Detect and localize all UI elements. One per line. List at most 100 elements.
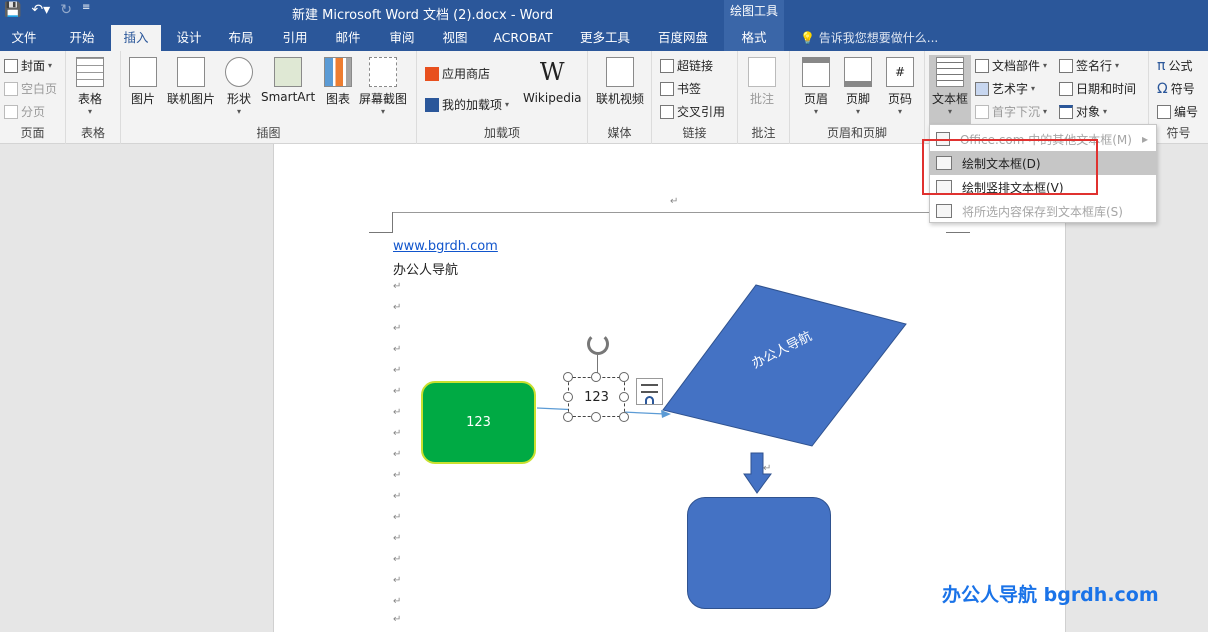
menu-item-label: 将所选内容保存到文本框库(S) — [962, 204, 1123, 219]
group-symbols: π 公式 Ω 符号 编号 符号 — [1149, 51, 1208, 144]
website-link[interactable]: www.bgrdh.com — [393, 239, 498, 254]
pictures-button[interactable]: 图片 — [129, 57, 157, 107]
textbox-button[interactable]: 文本框 ▾ — [929, 55, 972, 127]
blank-page-button[interactable]: 空白页 — [4, 80, 57, 97]
group-header-footer: 页眉 ▾ 页脚 ▾ # 页码 ▾ 页眉和页脚 — [790, 51, 925, 144]
paragraph-mark: ↵ — [393, 554, 402, 565]
selected-textbox[interactable]: 123 — [568, 377, 625, 417]
tab-home[interactable]: 开始 — [58, 25, 106, 51]
object-button[interactable]: 对象 ▾ — [1059, 103, 1107, 120]
group-label-addins: 加载项 — [483, 126, 520, 140]
equation-button[interactable]: π 公式 — [1157, 57, 1192, 74]
wordart-label: 艺术字 — [992, 82, 1029, 96]
hyperlink-icon — [660, 58, 674, 73]
title-bar: 💾 ↶▾ ↻ ≡ 新建 Microsoft Word 文档 (2).docx -… — [0, 0, 1208, 25]
resize-handle[interactable] — [591, 412, 601, 422]
paragraph-mark: ↵ — [393, 470, 402, 481]
shapes-icon — [225, 57, 253, 87]
quick-parts-button[interactable]: 文档部件 ▾ — [975, 57, 1047, 74]
chevron-down-icon: ▾ — [948, 107, 953, 116]
group-media: 联机视频 媒体 — [588, 51, 652, 144]
hyperlink-button[interactable]: 超链接 — [660, 57, 713, 74]
tab-more-tools[interactable]: 更多工具 — [572, 25, 638, 51]
chevron-right-icon: ▸ — [1141, 132, 1148, 146]
page-number-label: 页码 — [887, 92, 912, 106]
tab-file[interactable]: 文件 — [0, 25, 48, 51]
chevron-down-icon: ▾ — [1043, 61, 1048, 70]
my-addins-button[interactable]: 我的加载项 ▾ — [425, 96, 509, 113]
online-video-button[interactable]: 联机视频 — [596, 57, 644, 107]
chevron-down-icon: ▾ — [1103, 107, 1108, 116]
customize-qat-icon[interactable]: ≡ — [82, 2, 90, 18]
drop-cap-button[interactable]: 首字下沉 ▾ — [975, 103, 1047, 120]
footer-button[interactable]: 页脚 ▾ — [844, 57, 872, 116]
store-icon — [425, 66, 439, 81]
chart-button[interactable]: 图表 — [324, 57, 352, 107]
tab-design[interactable]: 设计 — [166, 25, 212, 51]
tab-baidu-netdisk[interactable]: 百度网盘 — [650, 25, 716, 51]
comment-icon — [748, 57, 776, 87]
smartart-icon — [274, 57, 303, 87]
date-time-button[interactable]: 日期和时间 — [1059, 80, 1136, 97]
page-break-label: 分页 — [21, 105, 46, 119]
symbol-button[interactable]: Ω 符号 — [1157, 80, 1195, 97]
tell-me-search[interactable]: 💡 告诉我您想要做什么... — [800, 25, 938, 51]
paragraph-mark: ↵ — [393, 533, 402, 544]
table-button[interactable]: 表格 ▾ — [76, 57, 104, 116]
screenshot-button[interactable]: 屏幕截图 ▾ — [359, 57, 407, 116]
shapes-button[interactable]: 形状 ▾ — [225, 57, 253, 116]
drop-cap-icon — [975, 104, 989, 119]
smartart-button[interactable]: SmartArt — [261, 57, 315, 104]
bookmark-button[interactable]: 书签 — [660, 80, 701, 97]
wordart-button[interactable]: 艺术字 ▾ — [975, 80, 1035, 97]
date-time-label: 日期和时间 — [1076, 82, 1137, 96]
cross-reference-button[interactable]: 交叉引用 — [660, 103, 725, 120]
cover-page-button[interactable]: 封面 ▾ — [4, 57, 52, 74]
wikipedia-button[interactable]: W Wikipedia — [523, 57, 582, 105]
header-button[interactable]: 页眉 ▾ — [802, 57, 830, 116]
tab-review[interactable]: 审阅 — [379, 25, 425, 51]
rotate-handle-icon[interactable] — [587, 333, 609, 355]
page-number-button[interactable]: # 页码 ▾ — [886, 57, 914, 116]
textbox-text[interactable]: 123 — [584, 390, 609, 405]
resize-handle[interactable] — [619, 372, 629, 382]
undo-icon[interactable]: ↶▾ — [31, 2, 50, 18]
number-button[interactable]: 编号 — [1157, 103, 1198, 120]
blue-parallelogram[interactable] — [660, 282, 910, 450]
resize-handle[interactable] — [619, 392, 629, 402]
online-pictures-button[interactable]: 联机图片 — [167, 57, 215, 107]
page-break-button[interactable]: 分页 — [4, 103, 45, 120]
group-links: 超链接 书签 交叉引用 链接 — [652, 51, 738, 144]
paragraph-mark: ↵ — [393, 449, 402, 460]
resize-handle[interactable] — [591, 372, 601, 382]
resize-handle[interactable] — [619, 412, 629, 422]
quick-access-toolbar: 💾 ↶▾ ↻ ≡ — [4, 2, 90, 18]
group-table: 表格 ▾ 表格 — [66, 51, 121, 144]
group-illustrations: 图片 联机图片 形状 ▾ SmartArt 图表 屏幕截图 ▾ 插图 — [121, 51, 417, 144]
menu-item-save-to-gallery[interactable]: 将所选内容保存到文本框库(S) — [930, 199, 1156, 223]
green-rounded-rectangle[interactable]: 123 — [421, 381, 536, 464]
blue-rounded-rectangle[interactable] — [687, 497, 831, 609]
tab-acrobat[interactable]: ACROBAT — [488, 25, 558, 51]
new-comment-button[interactable]: 批注 — [748, 57, 776, 107]
resize-handle[interactable] — [563, 412, 573, 422]
body-text-line: 办公人导航 — [393, 263, 459, 278]
tab-format[interactable]: 格式 — [724, 25, 784, 51]
group-label-pages: 页面 — [20, 126, 45, 140]
layout-options-icon[interactable] — [636, 378, 663, 405]
store-button[interactable]: 应用商店 — [425, 65, 490, 82]
tab-view[interactable]: 视图 — [432, 25, 478, 51]
group-label-comments: 批注 — [751, 126, 776, 140]
save-icon[interactable]: 💾 — [4, 2, 21, 18]
cross-reference-icon — [660, 104, 674, 119]
tab-references[interactable]: 引用 — [272, 25, 318, 51]
tab-mailings[interactable]: 邮件 — [325, 25, 371, 51]
redo-icon[interactable]: ↻ — [60, 2, 72, 18]
wikipedia-icon: W — [539, 58, 565, 86]
resize-handle[interactable] — [563, 372, 573, 382]
lightbulb-icon: 💡 — [800, 31, 815, 45]
resize-handle[interactable] — [563, 392, 573, 402]
tab-layout[interactable]: 布局 — [218, 25, 264, 51]
tab-insert[interactable]: 插入 — [111, 25, 161, 51]
signature-line-button[interactable]: 签名行 ▾ — [1059, 57, 1119, 74]
